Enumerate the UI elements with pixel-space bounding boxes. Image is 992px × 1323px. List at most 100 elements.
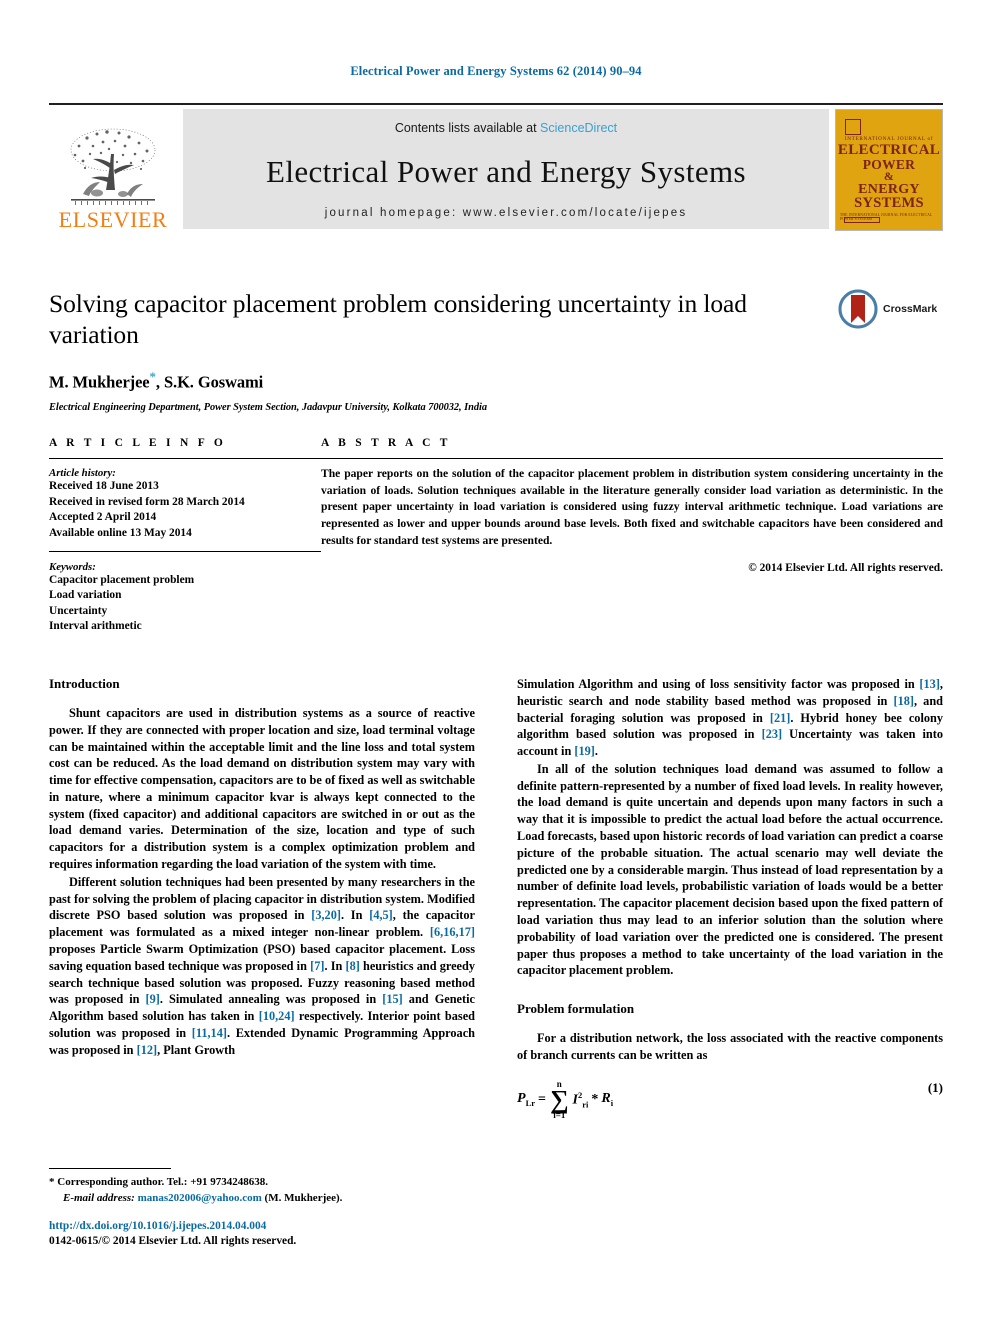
abstract-heading: A B S T R A C T xyxy=(321,437,451,449)
elsevier-logo: ELSEVIER xyxy=(49,109,177,233)
sigma-icon: ∑ xyxy=(550,1084,569,1114)
paragraph-text: . In xyxy=(340,908,370,923)
paragraph: For a distribution network, the loss ass… xyxy=(517,1031,943,1062)
citation-link[interactable]: [12] xyxy=(137,1043,158,1057)
email-note: E-mail address: manas202006@yahoo.com (M… xyxy=(49,1191,475,1207)
journal-masthead: ELSEVIER Contents lists available at Sci… xyxy=(49,103,943,233)
right-column: Simulation Algorithm and using of loss s… xyxy=(517,676,943,1120)
keywords-block: Keywords: Capacitor placement problem Lo… xyxy=(49,552,321,636)
cover-line-5: SYSTEMS xyxy=(854,195,924,212)
section-heading-problem-formulation: Problem formulation xyxy=(517,1001,635,1017)
journal-cover-thumbnail: INTERNATIONAL JOURNAL of ELECTRICAL POWE… xyxy=(835,109,943,231)
paragraph-text: . xyxy=(594,744,598,759)
history-item: Accepted 2 April 2014 xyxy=(49,511,157,524)
citation-link[interactable]: [18] xyxy=(893,694,914,708)
paragraph: Simulation Algorithm and using of loss s… xyxy=(517,676,943,760)
equation-operator: * xyxy=(591,1091,599,1107)
sciencedirect-link[interactable]: ScienceDirect xyxy=(540,121,617,135)
abstract-column: A B S T R A C T The paper reports on the… xyxy=(321,437,943,635)
contents-prefix: Contents lists available at xyxy=(394,121,541,135)
crossmark-icon xyxy=(838,289,878,329)
summation-symbol: n ∑ i=1 xyxy=(550,1079,569,1120)
journal-homepage-link[interactable]: journal homepage: www.elsevier.com/locat… xyxy=(325,207,688,219)
equation-equals: = xyxy=(538,1091,546,1107)
paragraph-text: , Plant Growth xyxy=(157,1042,236,1057)
citation-link[interactable]: [15] xyxy=(382,992,403,1006)
author-first: M. Mukherjee xyxy=(49,372,150,392)
issn-copyright-line: 0142-0615/© 2014 Elsevier Ltd. All right… xyxy=(49,1234,297,1247)
citation-link[interactable]: [6,16,17] xyxy=(430,925,475,939)
article-history-block: Article history: Received 18 June 2013 R… xyxy=(49,458,321,552)
email-owner: (M. Mukherjee). xyxy=(264,1191,343,1204)
paragraph-text: . In xyxy=(324,958,346,973)
cover-publisher-logo-icon xyxy=(845,119,861,135)
running-head: Electrical Power and Energy Systems 62 (… xyxy=(350,64,642,78)
citation-link[interactable]: [19] xyxy=(574,744,595,758)
citation-link[interactable]: [8] xyxy=(345,959,359,973)
history-item: Received in revised form 28 March 2014 xyxy=(49,495,245,508)
crossmark-label: CrossMark xyxy=(883,303,938,315)
equation-resistance-term: Ri xyxy=(601,1091,614,1109)
footnote-marker: * xyxy=(49,1176,55,1188)
keyword-item: Capacitor placement problem xyxy=(49,573,195,586)
elsevier-wordmark: ELSEVIER xyxy=(58,207,168,232)
paragraph: Different solution techniques had been p… xyxy=(49,874,475,1059)
citation-link[interactable]: [21] xyxy=(770,711,791,725)
journal-band: Contents lists available at ScienceDirec… xyxy=(183,109,829,229)
paragraph: Shunt capacitors are used in distributio… xyxy=(49,706,475,872)
contents-available-line: Contents lists available at ScienceDirec… xyxy=(395,121,617,135)
citation-link[interactable]: [4,5] xyxy=(369,908,393,922)
citation-link[interactable]: [10,24] xyxy=(259,1009,295,1023)
crossmark-badge[interactable]: CrossMark xyxy=(838,287,944,331)
citation-link[interactable]: [13] xyxy=(919,677,940,691)
cover-line-1: ELECTRICAL xyxy=(837,142,941,158)
keyword-item: Load variation xyxy=(49,589,122,602)
equation-current-term: I2ri xyxy=(572,1089,589,1110)
paragraph-text: Simulation Algorithm and using of loss s… xyxy=(517,677,920,691)
citation-link[interactable]: [11,14] xyxy=(192,1026,227,1040)
page-title: Solving capacitor placement problem cons… xyxy=(49,289,747,350)
equation-number: (1) xyxy=(927,1079,943,1095)
affiliation: Electrical Engineering Department, Power… xyxy=(49,401,488,413)
section-heading-introduction: Introduction xyxy=(49,676,120,691)
corresponding-author-text: Corresponding author. Tel.: +91 97342486… xyxy=(57,1176,268,1188)
cover-bottom-bar xyxy=(844,217,880,223)
equation-expression: PLr = n ∑ i=1 I2ri * Ri xyxy=(517,1079,614,1120)
citation-link[interactable]: [9] xyxy=(146,992,160,1006)
history-item: Received 18 June 2013 xyxy=(49,480,159,492)
body-columns: Introduction Shunt capacitors are used i… xyxy=(49,676,943,1120)
footnote-block: * Corresponding author. Tel.: +91 973424… xyxy=(49,1168,475,1207)
doi-link[interactable]: http://dx.doi.org/10.1016/j.ijepes.2014.… xyxy=(49,1219,549,1234)
citation-link[interactable]: [7] xyxy=(310,959,324,973)
history-item: Available online 13 May 2014 xyxy=(49,526,192,539)
email-link[interactable]: manas202006@yahoo.com xyxy=(138,1192,262,1204)
paper-page: Electrical Power and Energy Systems 62 (… xyxy=(0,0,992,1323)
citation-link[interactable]: [3,20] xyxy=(311,908,341,922)
keywords-label: Keywords: xyxy=(49,560,96,573)
left-column: Introduction Shunt capacitors are used i… xyxy=(49,676,475,1120)
footer-block: http://dx.doi.org/10.1016/j.ijepes.2014.… xyxy=(49,1219,549,1249)
email-label: E-mail address: xyxy=(63,1191,135,1204)
abstract-text: The paper reports on the solution of the… xyxy=(321,467,943,547)
corresponding-author-note: * Corresponding author. Tel.: +91 973424… xyxy=(49,1175,475,1191)
paragraph-text: . Simulated annealing was proposed in xyxy=(159,992,383,1007)
author-rest: , S.K. Goswami xyxy=(155,372,264,392)
copyright-line: © 2014 Elsevier Ltd. All rights reserved… xyxy=(748,562,943,575)
article-info-heading: A R T I C L E I N F O xyxy=(49,437,227,449)
equation-1: PLr = n ∑ i=1 I2ri * Ri (1) xyxy=(517,1079,943,1120)
cover-line-4: ENERGY xyxy=(858,181,920,197)
cover-line-3: & xyxy=(883,168,895,183)
elsevier-tree-icon xyxy=(70,128,156,205)
article-info-column: A R T I C L E I N F O Article history: R… xyxy=(49,437,321,635)
sum-lower-limit: i=1 xyxy=(553,1109,566,1120)
keyword-item: Interval arithmetic xyxy=(49,620,142,633)
title-block: Solving capacitor placement problem cons… xyxy=(49,288,829,413)
abstract-body: The paper reports on the solution of the… xyxy=(321,458,943,574)
author-list: M. Mukherjee*, S.K. Goswami xyxy=(49,369,829,393)
citation-link[interactable]: [23] xyxy=(762,727,783,741)
article-history-label: Article history: xyxy=(49,467,116,479)
footnote-rule xyxy=(49,1168,171,1169)
paragraph: In all of the solution techniques load d… xyxy=(517,761,943,978)
keyword-item: Uncertainty xyxy=(49,604,108,617)
info-abstract-section: A R T I C L E I N F O Article history: R… xyxy=(49,437,943,635)
